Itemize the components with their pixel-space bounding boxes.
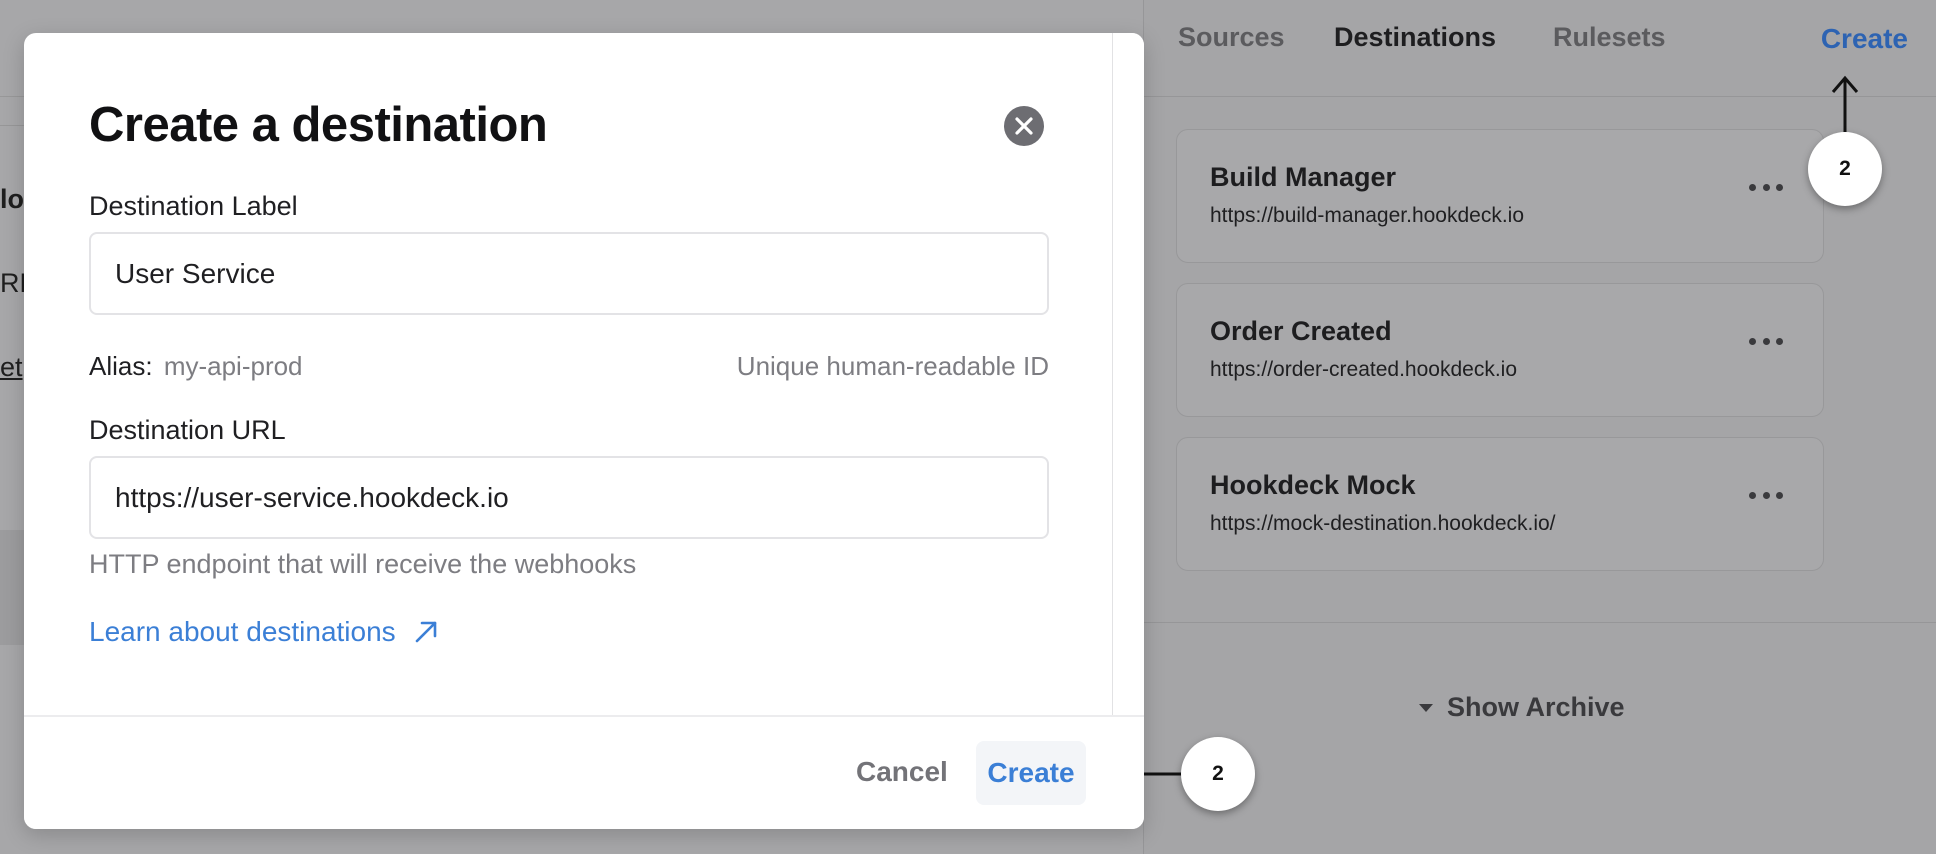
- archive-divider: [1144, 622, 1936, 623]
- destination-url: https://mock-destination.hookdeck.io/: [1210, 512, 1556, 535]
- modal-footer: Cancel Create: [24, 715, 1144, 829]
- more-dots-icon[interactable]: [1749, 334, 1783, 348]
- learn-link-label: Learn about destinations: [89, 616, 396, 647]
- destination-card[interactable]: Hookdeck Mock https://mock-destination.h…: [1176, 437, 1824, 571]
- destination-label-input[interactable]: [89, 232, 1049, 315]
- destination-name: Build Manager: [1210, 162, 1397, 192]
- destination-url: https://order-created.hookdeck.io: [1210, 358, 1518, 381]
- destination-url-help: HTTP endpoint that will receive the webh…: [89, 549, 637, 579]
- destination-card[interactable]: Build Manager https://build-manager.hook…: [1176, 129, 1824, 263]
- destinations-panel: Sources Destinations Rulesets Create Bui…: [1144, 0, 1936, 854]
- destination-url-input[interactable]: [89, 456, 1049, 539]
- more-dots-icon[interactable]: [1749, 180, 1783, 194]
- create-destination-link[interactable]: Create: [1821, 23, 1908, 55]
- show-archive-button[interactable]: Show Archive: [1419, 692, 1625, 723]
- alias-value[interactable]: my-api-prod: [164, 351, 303, 381]
- left-fragment-heading: lo: [0, 184, 24, 214]
- arrow-up-icon: [1831, 75, 1859, 132]
- alias-hint: Unique human-readable ID: [736, 351, 1049, 381]
- destination-url: https://build-manager.hookdeck.io: [1210, 204, 1525, 227]
- more-dots-icon[interactable]: [1749, 488, 1783, 502]
- destination-url-label: Destination URL: [89, 415, 286, 445]
- alias-row: Alias: my-api-prod Unique human-readable…: [89, 351, 1049, 387]
- step-callout-top: 2: [1808, 132, 1882, 206]
- create-destination-modal: Create a destination Destination Label A…: [24, 33, 1144, 829]
- modal-scrollbar[interactable]: [1112, 33, 1144, 715]
- external-link-arrow-icon: [415, 621, 436, 643]
- destinations-header: Sources Destinations Rulesets Create: [1144, 0, 1936, 97]
- tab-sources[interactable]: Sources: [1178, 22, 1285, 53]
- modal-title: Create a destination: [89, 98, 548, 152]
- cancel-button[interactable]: Cancel: [844, 741, 960, 803]
- close-icon[interactable]: [1004, 106, 1044, 146]
- create-button[interactable]: Create: [976, 741, 1086, 805]
- alias-key: Alias:: [89, 351, 153, 381]
- step-callout-bottom: 2: [1181, 737, 1255, 811]
- show-archive-label: Show Archive: [1447, 692, 1625, 722]
- destination-card[interactable]: Order Created https://order-created.hook…: [1176, 283, 1824, 417]
- destination-name: Order Created: [1210, 316, 1392, 346]
- caret-down-icon: [1419, 703, 1433, 712]
- tab-rulesets[interactable]: Rulesets: [1553, 22, 1666, 53]
- destination-label-label: Destination Label: [89, 191, 298, 221]
- left-fragment-link[interactable]: et: [0, 352, 23, 383]
- tab-destinations[interactable]: Destinations: [1334, 22, 1496, 53]
- destination-name: Hookdeck Mock: [1210, 470, 1416, 500]
- learn-about-destinations-link[interactable]: Learn about destinations: [89, 616, 438, 648]
